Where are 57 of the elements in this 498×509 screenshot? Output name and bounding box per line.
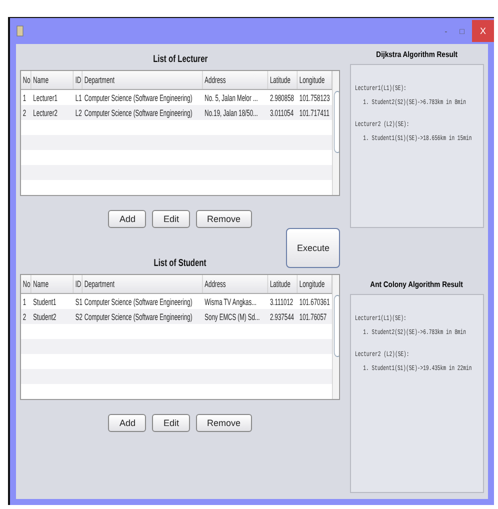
table-cell: Lecturer1: [33, 92, 58, 102]
column-header[interactable]: Latitude: [268, 71, 298, 89]
table-cell: Computer Science (Software Engineering): [84, 92, 192, 102]
table-action-button[interactable]: Remove: [196, 414, 252, 432]
column-header[interactable]: No: [21, 275, 32, 293]
column-header[interactable]: Address: [202, 71, 268, 89]
table-cell: 2.937544: [270, 312, 294, 322]
table-action-button[interactable]: Edit: [152, 414, 190, 432]
table-cell: 101.717411: [299, 108, 330, 118]
table-cell: 3.011054: [270, 108, 294, 118]
table-cell: 101.670361: [299, 296, 330, 306]
column-header[interactable]: Longitude: [297, 275, 332, 293]
column-header[interactable]: Latitude: [268, 275, 298, 293]
table-cell: Computer Science (Software Engineering): [84, 312, 192, 322]
table-cell: 101.76057: [299, 312, 327, 322]
column-header[interactable]: Department: [82, 71, 203, 89]
table-cell: Computer Science (Software Engineering): [84, 296, 192, 306]
table-cell: 3.111012: [270, 296, 294, 306]
table-cell: Sony EMCS (M) Sd...: [204, 312, 260, 322]
table-action-button[interactable]: Edit: [152, 210, 190, 228]
table-cell: 2.980858: [270, 92, 294, 102]
table-cell: 1: [22, 296, 26, 306]
execute-button[interactable]: Execute: [286, 228, 340, 268]
section-title: List of Student: [154, 258, 206, 269]
scrollbar[interactable]: [332, 275, 338, 399]
column-header[interactable]: Address: [202, 275, 268, 293]
table-cell: S2: [75, 312, 82, 322]
column-header[interactable]: Longitude: [297, 71, 332, 89]
table-cell: S1: [75, 296, 82, 306]
column-header[interactable]: Department: [82, 275, 203, 293]
table-cell: L2: [75, 108, 82, 118]
table-action-button[interactable]: Add: [108, 414, 146, 432]
table-cell: Student1: [33, 296, 56, 306]
table-cell: No. 5, Jalan Melor ...: [204, 92, 258, 102]
result-title: Ant Colony Algorithm Result: [370, 280, 464, 289]
column-header[interactable]: No: [21, 71, 32, 89]
section-title: List of Lecturer: [152, 54, 208, 65]
close-button[interactable]: X: [472, 20, 494, 42]
scrollbar[interactable]: [332, 71, 338, 195]
table-action-button[interactable]: Add: [108, 210, 146, 228]
table-cell: Lecturer2: [33, 108, 58, 118]
table-cell: Computer Science (Software Engineering): [84, 108, 192, 118]
table-cell: 101.758123: [299, 92, 330, 102]
table-cell: L1: [75, 92, 82, 102]
table-cell: Student2: [33, 312, 56, 322]
column-header[interactable]: ID: [73, 71, 82, 89]
table-cell: 2: [22, 312, 26, 322]
table-action-button[interactable]: Remove: [196, 210, 252, 228]
java-icon: [16, 25, 24, 37]
column-header[interactable]: ID: [73, 275, 82, 293]
table-cell: 2: [22, 108, 26, 118]
column-header[interactable]: Name: [31, 275, 74, 293]
column-header[interactable]: Name: [31, 71, 74, 89]
table-cell: No.19, Jalan 18/50...: [204, 108, 258, 118]
table-cell: 1: [22, 92, 26, 102]
table-cell: Wisma TV Angkas...: [204, 296, 256, 306]
result-title: Dijkstra Algorithm Result: [376, 50, 458, 59]
